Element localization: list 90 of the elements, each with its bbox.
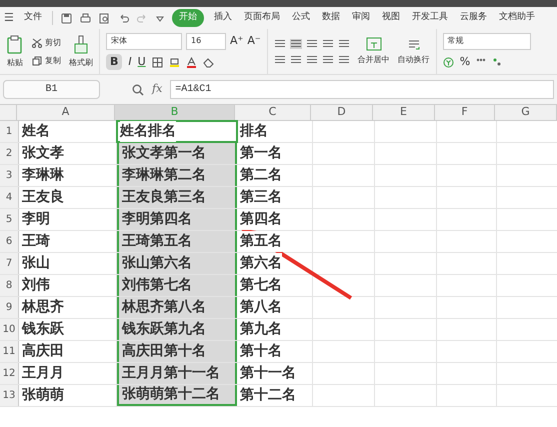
decimal-icon[interactable] bbox=[492, 57, 502, 67]
row-header[interactable]: 8 bbox=[0, 275, 19, 296]
underline-button[interactable]: U bbox=[138, 54, 146, 70]
table-cell-text: 张山第六名 bbox=[122, 254, 192, 273]
cell-reference: B1 bbox=[45, 83, 58, 97]
table-cell-text: 李明第四名 bbox=[122, 210, 192, 229]
formula-field[interactable]: =A1&C1 bbox=[170, 80, 554, 99]
copy-icon[interactable] bbox=[32, 56, 42, 66]
row-header[interactable]: 6 bbox=[0, 231, 19, 252]
clipboard-icon[interactable] bbox=[6, 34, 24, 54]
align-icon[interactable] bbox=[274, 38, 286, 48]
table-cell-text: 高庆田第十名 bbox=[122, 342, 206, 361]
shrink-font-button[interactable]: A⁻ bbox=[247, 33, 261, 50]
dropdown-icon[interactable] bbox=[156, 14, 164, 22]
row-header[interactable]: 5 bbox=[0, 209, 19, 230]
align-icon[interactable] bbox=[306, 38, 318, 48]
table-cell: 第五名 bbox=[240, 231, 282, 252]
align-icon[interactable] bbox=[290, 38, 302, 48]
column-header[interactable]: F bbox=[435, 105, 495, 120]
row-header[interactable]: 1 bbox=[0, 121, 19, 142]
menu-tab[interactable]: 云服务 bbox=[458, 11, 489, 25]
row-header[interactable]: 11 bbox=[0, 341, 19, 362]
grow-font-button[interactable]: A⁺ bbox=[230, 33, 244, 50]
function-button[interactable]: fx bbox=[152, 81, 162, 98]
menu-tab[interactable]: 公式 bbox=[290, 11, 312, 25]
font-color-icon[interactable] bbox=[186, 56, 197, 68]
table-cell-text: 张萌萌第十二名 bbox=[122, 385, 220, 404]
save-icon[interactable] bbox=[60, 12, 72, 24]
row-header[interactable]: 2 bbox=[0, 143, 19, 164]
row-header[interactable]: 7 bbox=[0, 253, 19, 274]
bold-button[interactable]: B bbox=[106, 54, 122, 70]
row-header[interactable]: 12 bbox=[0, 363, 19, 384]
number-format-field[interactable]: 常规 bbox=[442, 32, 531, 50]
font-name: 宋体 bbox=[111, 35, 127, 48]
column-header[interactable]: D bbox=[311, 105, 373, 120]
font-name-field[interactable]: 宋体 bbox=[106, 32, 182, 50]
format-painter-button[interactable]: 格式刷 bbox=[69, 56, 93, 68]
table-cell-text: 张文孝第一名 bbox=[122, 144, 206, 163]
table-cell: 姓名排名 bbox=[120, 121, 176, 142]
table-cell-text: 王月月第十一名 bbox=[122, 364, 220, 383]
name-box[interactable]: B1 bbox=[3, 80, 100, 99]
table-cell-text: 李琳琳第二名 bbox=[122, 166, 206, 185]
row-header[interactable]: 13 bbox=[0, 385, 19, 406]
table-cell-text: 王友良第三名 bbox=[122, 188, 206, 207]
scissors-icon[interactable] bbox=[32, 38, 42, 48]
merge-button[interactable]: 合并居中 bbox=[358, 54, 390, 66]
merge-icon[interactable] bbox=[366, 37, 382, 51]
row-header[interactable]: 4 bbox=[0, 187, 19, 208]
align-icon[interactable] bbox=[306, 54, 318, 64]
fill-icon[interactable] bbox=[168, 56, 180, 68]
italic-button[interactable]: I bbox=[128, 54, 132, 70]
print-icon[interactable] bbox=[80, 12, 91, 24]
menu-icon[interactable]: ☰ bbox=[4, 10, 14, 26]
menu-tab[interactable]: 审阅 bbox=[350, 11, 372, 25]
align-icon[interactable] bbox=[290, 54, 302, 64]
table-cell-text: 刘伟第七名 bbox=[122, 276, 192, 295]
align-icon[interactable] bbox=[322, 38, 334, 48]
align-icon[interactable] bbox=[338, 54, 350, 64]
font-size-field[interactable]: 16 bbox=[186, 32, 226, 50]
brush-icon[interactable] bbox=[73, 34, 89, 54]
currency-icon[interactable] bbox=[442, 56, 454, 68]
percent-button[interactable]: % bbox=[460, 54, 470, 70]
menu-tab[interactable]: 文档助手 bbox=[496, 11, 537, 25]
menu-tab[interactable]: 文件 bbox=[22, 11, 44, 25]
paste-button[interactable]: 粘贴 bbox=[7, 56, 23, 68]
menu-tab[interactable]: 插入 bbox=[212, 11, 234, 25]
align-icon[interactable] bbox=[274, 54, 286, 64]
eraser-icon[interactable] bbox=[202, 56, 214, 68]
table-cell: 第四名 bbox=[240, 209, 282, 230]
row-header[interactable]: 10 bbox=[0, 319, 19, 340]
align-icon[interactable] bbox=[338, 38, 350, 48]
table-cell-text: 王琦第五名 bbox=[122, 232, 192, 251]
preview-icon[interactable] bbox=[98, 12, 110, 24]
column-header[interactable]: G bbox=[495, 105, 557, 120]
row-header[interactable]: 9 bbox=[0, 297, 19, 318]
zoom-icon[interactable] bbox=[132, 84, 144, 96]
align-icon[interactable] bbox=[322, 54, 334, 64]
menu-tab[interactable]: 视图 bbox=[380, 11, 402, 25]
row-header[interactable]: 3 bbox=[0, 165, 19, 186]
table-cell-text: 林思齐第八名 bbox=[122, 298, 206, 317]
menu-tab[interactable]: 数据 bbox=[320, 11, 342, 25]
copy-button[interactable]: 复制 bbox=[45, 54, 61, 66]
border-icon[interactable] bbox=[152, 56, 163, 68]
undo-icon[interactable] bbox=[118, 12, 129, 24]
cut-button[interactable]: 剪切 bbox=[45, 36, 61, 48]
table-cell-text: 钱东跃第九名 bbox=[122, 320, 206, 339]
column-header[interactable]: E bbox=[373, 105, 435, 120]
menu-tab[interactable]: 开发工具 bbox=[410, 11, 450, 25]
wrap-text-button[interactable]: 自动换行 bbox=[398, 54, 430, 66]
menu-tab[interactable]: 页面布局 bbox=[242, 11, 282, 25]
